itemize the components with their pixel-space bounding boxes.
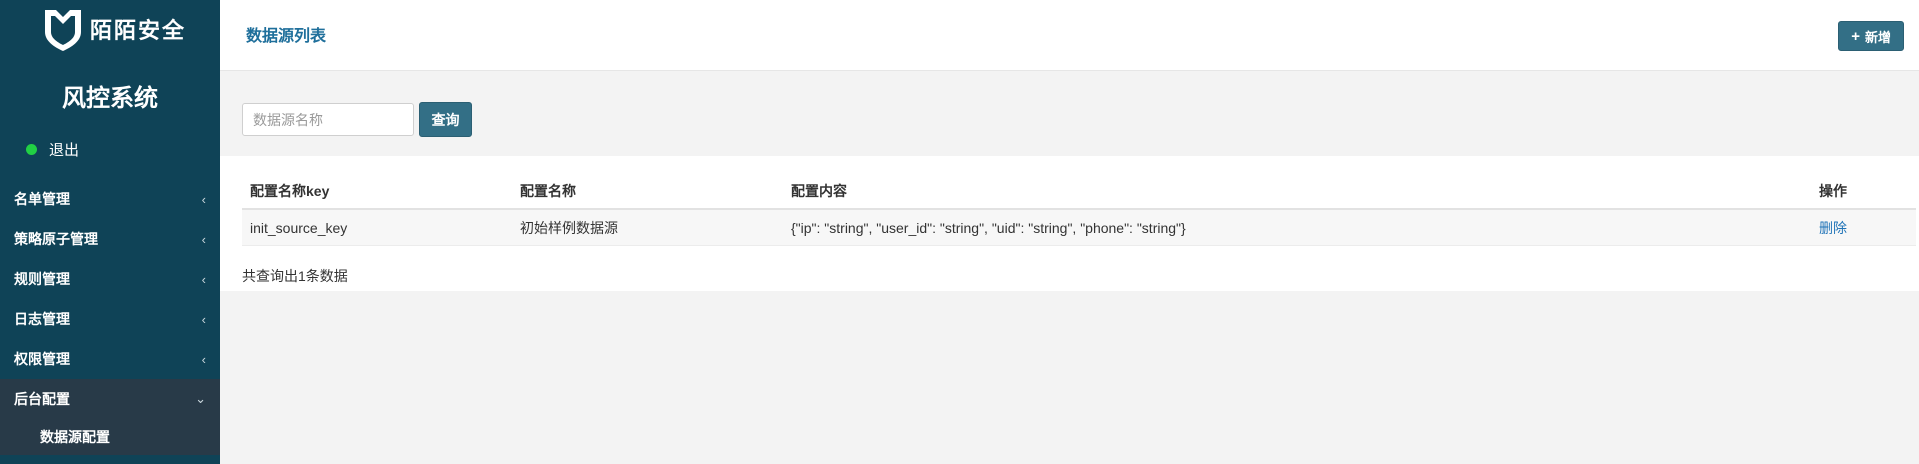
- table-panel: 配置名称key 配置名称 配置内容 操作 init_source_key 初始样…: [220, 156, 1919, 291]
- logout-label: 退出: [49, 142, 80, 159]
- add-button-label: 新增: [1864, 29, 1891, 45]
- result-summary: 共查询出1条数据: [242, 268, 348, 284]
- column-header-key: 配置名称key: [250, 182, 330, 199]
- sidebar-menu: 名单管理 ‹ 策略原子管理 ‹ 规则管理 ‹ 日志管理 ‹ 权限管理 ‹ 后台配…: [0, 179, 220, 455]
- sidebar: 陌陌安全 风控系统 退出 名单管理 ‹ 策略原子管理 ‹ 规则管理 ‹ 日志管理…: [0, 0, 220, 464]
- page-title: 数据源列表: [246, 28, 327, 45]
- sidebar-subitem-datasource-config[interactable]: 数据源配置: [0, 419, 220, 455]
- sidebar-item-label: 名单管理: [14, 191, 70, 207]
- table-row: init_source_key 初始样例数据源 {"ip": "string",…: [242, 210, 1916, 246]
- sidebar-item-rule-management[interactable]: 规则管理 ‹: [0, 259, 220, 299]
- add-button[interactable]: + 新增: [1838, 21, 1904, 51]
- sidebar-item-label: 日志管理: [14, 311, 70, 327]
- search-bar: 查询: [242, 102, 472, 137]
- chevron-left-icon: ‹: [201, 231, 206, 247]
- cell-name: 初始样例数据源: [520, 219, 618, 236]
- chevron-left-icon: ‹: [201, 271, 206, 287]
- chevron-left-icon: ‹: [201, 351, 206, 367]
- datasource-name-input[interactable]: [242, 103, 414, 136]
- table-header: 配置名称key 配置名称 配置内容 操作: [242, 173, 1916, 210]
- delete-link[interactable]: 删除: [1819, 220, 1847, 236]
- sidebar-item-list-management[interactable]: 名单管理 ‹: [0, 179, 220, 219]
- shield-logo-icon: [45, 10, 81, 51]
- sidebar-item-backend-config[interactable]: 后台配置 ⌄: [0, 379, 220, 419]
- column-header-name: 配置名称: [520, 182, 576, 199]
- sidebar-item-label: 权限管理: [14, 351, 70, 367]
- chevron-down-icon: ⌄: [195, 391, 206, 406]
- sidebar-item-strategy-atom[interactable]: 策略原子管理 ‹: [0, 219, 220, 259]
- plus-icon: +: [1851, 27, 1860, 45]
- column-header-action: 操作: [1819, 182, 1847, 199]
- system-title: 风控系统: [62, 84, 158, 112]
- query-button[interactable]: 查询: [419, 102, 472, 137]
- sidebar-subitem-label: 数据源配置: [40, 429, 110, 445]
- chevron-left-icon: ‹: [201, 191, 206, 207]
- cell-action: 删除: [1811, 218, 1916, 238]
- sidebar-item-label: 策略原子管理: [14, 231, 98, 247]
- brand-name: 陌陌安全: [90, 19, 187, 44]
- sidebar-group-backend-config: 后台配置 ⌄ 数据源配置: [0, 379, 220, 455]
- brand-logo[interactable]: 陌陌安全: [40, 6, 186, 52]
- page-header: 数据源列表 + 新增: [220, 0, 1919, 71]
- sidebar-item-label: 规则管理: [14, 271, 70, 287]
- cell-key: init_source_key: [250, 219, 348, 236]
- online-status-dot: [26, 144, 37, 155]
- cell-content: {"ip": "string", "user_id": "string", "u…: [791, 219, 1186, 236]
- chevron-left-icon: ‹: [201, 311, 206, 327]
- sidebar-item-log-management[interactable]: 日志管理 ‹: [0, 299, 220, 339]
- column-header-content: 配置内容: [791, 182, 847, 199]
- datasource-table: 配置名称key 配置名称 配置内容 操作 init_source_key 初始样…: [242, 173, 1916, 246]
- sidebar-item-permission-management[interactable]: 权限管理 ‹: [0, 339, 220, 379]
- logout-link[interactable]: 退出: [26, 139, 79, 160]
- sidebar-item-label: 后台配置: [14, 391, 70, 407]
